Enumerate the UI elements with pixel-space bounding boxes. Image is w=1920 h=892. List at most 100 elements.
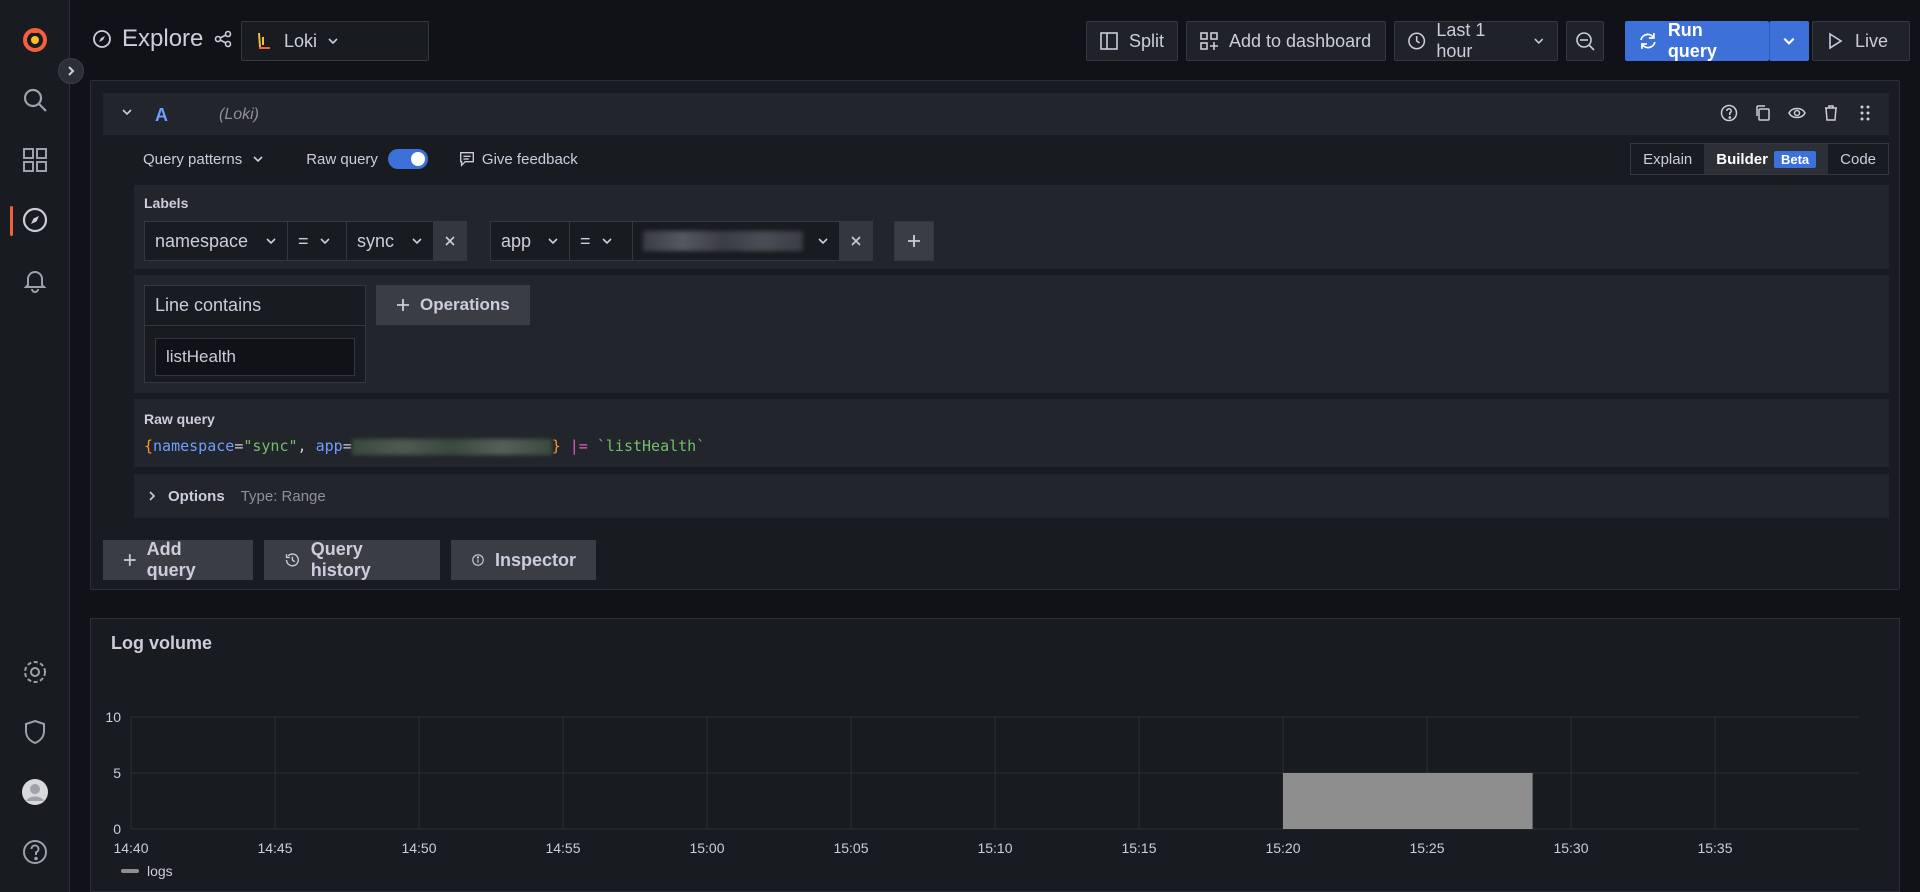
- drag-handle-icon[interactable]: [1855, 103, 1875, 123]
- labels-title: Labels: [144, 195, 189, 211]
- label1-value: sync: [357, 230, 395, 251]
- live-button[interactable]: Live: [1812, 21, 1910, 61]
- label1-operator: =: [298, 230, 309, 251]
- raw-value-sync: "sync": [243, 437, 298, 455]
- log-volume-bar: [1283, 773, 1533, 829]
- label2-key-select[interactable]: app: [490, 221, 570, 261]
- trash-icon[interactable]: [1821, 103, 1841, 123]
- add-query-button[interactable]: Add query: [103, 539, 253, 580]
- add-operation-button[interactable]: Operations: [376, 285, 530, 325]
- user-avatar[interactable]: [15, 772, 55, 812]
- raw-comma: ,: [297, 437, 316, 455]
- info-icon: [472, 554, 484, 566]
- raw-query-switch[interactable]: [387, 149, 428, 169]
- label1-value-select[interactable]: sync: [346, 221, 434, 261]
- loki-logo-icon: [258, 33, 270, 49]
- give-feedback-link[interactable]: Give feedback: [458, 150, 578, 168]
- x-tick-label: 15:05: [833, 840, 868, 856]
- redacted-value: [351, 438, 552, 455]
- x-tick-label: 15:20: [1265, 840, 1300, 856]
- chevron-down-icon: [1534, 38, 1544, 45]
- operation-title: Line contains: [145, 286, 365, 326]
- redacted-value: [643, 231, 803, 251]
- raw-close-brace: }: [551, 437, 561, 455]
- search-icon[interactable]: [15, 80, 55, 120]
- grafana-logo-icon[interactable]: [15, 20, 55, 60]
- x-tick-label: 15:30: [1553, 840, 1588, 856]
- split-button[interactable]: Split: [1086, 21, 1178, 61]
- labels-section: Labels namespace = sync app =: [134, 185, 1889, 269]
- raw-eq: =: [234, 437, 244, 455]
- label1-key-select[interactable]: namespace: [144, 221, 288, 261]
- label1-key: namespace: [155, 230, 249, 251]
- run-query-dropdown-button[interactable]: [1769, 21, 1809, 61]
- x-tick-label: 14:55: [545, 840, 580, 856]
- label1-remove-button[interactable]: [433, 221, 467, 261]
- label2-key: app: [501, 230, 532, 251]
- clock-icon: [1408, 32, 1426, 50]
- label2-remove-button[interactable]: [839, 221, 873, 261]
- duplicate-icon[interactable]: [1753, 103, 1773, 123]
- collapse-chevron-icon[interactable]: [121, 106, 133, 118]
- sidebar: [0, 0, 70, 892]
- time-range-label: Last 1 hour: [1436, 20, 1486, 61]
- history-icon: [285, 553, 299, 567]
- feedback-icon: [459, 152, 474, 167]
- label2-operator-select[interactable]: =: [569, 221, 633, 261]
- eye-icon[interactable]: [1787, 103, 1807, 123]
- time-range-picker[interactable]: Last 1 hour: [1394, 20, 1558, 61]
- line-contains-input[interactable]: listHealth: [155, 338, 355, 376]
- run-query-label: Run query: [1667, 20, 1717, 61]
- inspector-label: Inspector: [494, 549, 576, 570]
- options-section[interactable]: Options Type: Range: [134, 474, 1889, 518]
- editor-mode-switcher: Explain Builder Beta Code: [1630, 143, 1889, 175]
- raw-query-toggle-label: Raw query: [306, 150, 378, 168]
- operations-section: Line contains listHealth Operations: [134, 275, 1889, 393]
- settings-gear-icon[interactable]: [15, 652, 55, 692]
- alerting-bell-icon[interactable]: [15, 260, 55, 300]
- zoom-out-button[interactable]: [1566, 21, 1604, 61]
- datasource-picker[interactable]: Loki: [241, 21, 429, 61]
- label1-operator-select[interactable]: =: [287, 221, 347, 261]
- mode-code[interactable]: Code: [1828, 144, 1888, 174]
- query-history-button[interactable]: Query history: [264, 539, 440, 580]
- shield-icon[interactable]: [15, 712, 55, 752]
- play-icon: [1829, 32, 1843, 50]
- dashboards-icon[interactable]: [15, 140, 55, 180]
- share-icon[interactable]: [213, 29, 233, 49]
- chevron-down-icon: [266, 238, 276, 245]
- chevron-down-icon: [328, 38, 338, 45]
- inspector-button[interactable]: Inspector: [451, 540, 596, 580]
- mode-builder-label: Builder: [1716, 150, 1768, 168]
- log-volume-chart: 0 5 10 14:40 14:45 14:50 14:55 15:00 15:05 15:10 1…: [105, 709, 1859, 879]
- explore-compass-icon[interactable]: [15, 200, 55, 240]
- query-letter[interactable]: A: [155, 105, 168, 126]
- legend-label: logs: [147, 863, 173, 879]
- mode-builder[interactable]: Builder Beta: [1704, 144, 1829, 174]
- page-title-text: Explore: [122, 25, 204, 52]
- run-query-button[interactable]: Run query: [1625, 20, 1769, 61]
- mode-explain[interactable]: Explain: [1631, 144, 1704, 174]
- zoom-out-icon: [1576, 32, 1595, 51]
- line-contains-operation: Line contains listHealth: [144, 285, 366, 383]
- refresh-icon: [1640, 33, 1656, 49]
- query-subheader: Query patterns Raw query Give feedback: [143, 141, 578, 177]
- raw-query-text: {namespace="sync", app=} |= `listHealth`: [144, 437, 705, 455]
- query-datasource: (Loki): [219, 106, 260, 123]
- add-to-dashboard-label: Add to dashboard: [1229, 30, 1372, 51]
- close-icon: [851, 236, 861, 246]
- live-label: Live: [1855, 30, 1889, 51]
- give-feedback-label: Give feedback: [481, 150, 578, 168]
- help-icon[interactable]: [1719, 103, 1739, 123]
- log-volume-panel: Log volume 0 5 10 14:40 14:45 14:50 14:55 15:00…: [90, 618, 1900, 892]
- query-patterns-dropdown[interactable]: Query patterns: [143, 151, 264, 168]
- x-tick-label: 15:25: [1409, 840, 1444, 856]
- raw-query-section: Raw query {namespace="sync", app=} |= `l…: [134, 399, 1889, 467]
- help-icon[interactable]: [15, 832, 55, 872]
- add-label-button[interactable]: [894, 221, 934, 261]
- chevron-down-icon: [1783, 37, 1795, 45]
- beta-badge: Beta: [1773, 150, 1817, 168]
- raw-pipe-op: |=: [569, 437, 588, 455]
- label2-value-select[interactable]: [632, 221, 840, 261]
- add-to-dashboard-button[interactable]: Add to dashboard: [1186, 21, 1386, 61]
